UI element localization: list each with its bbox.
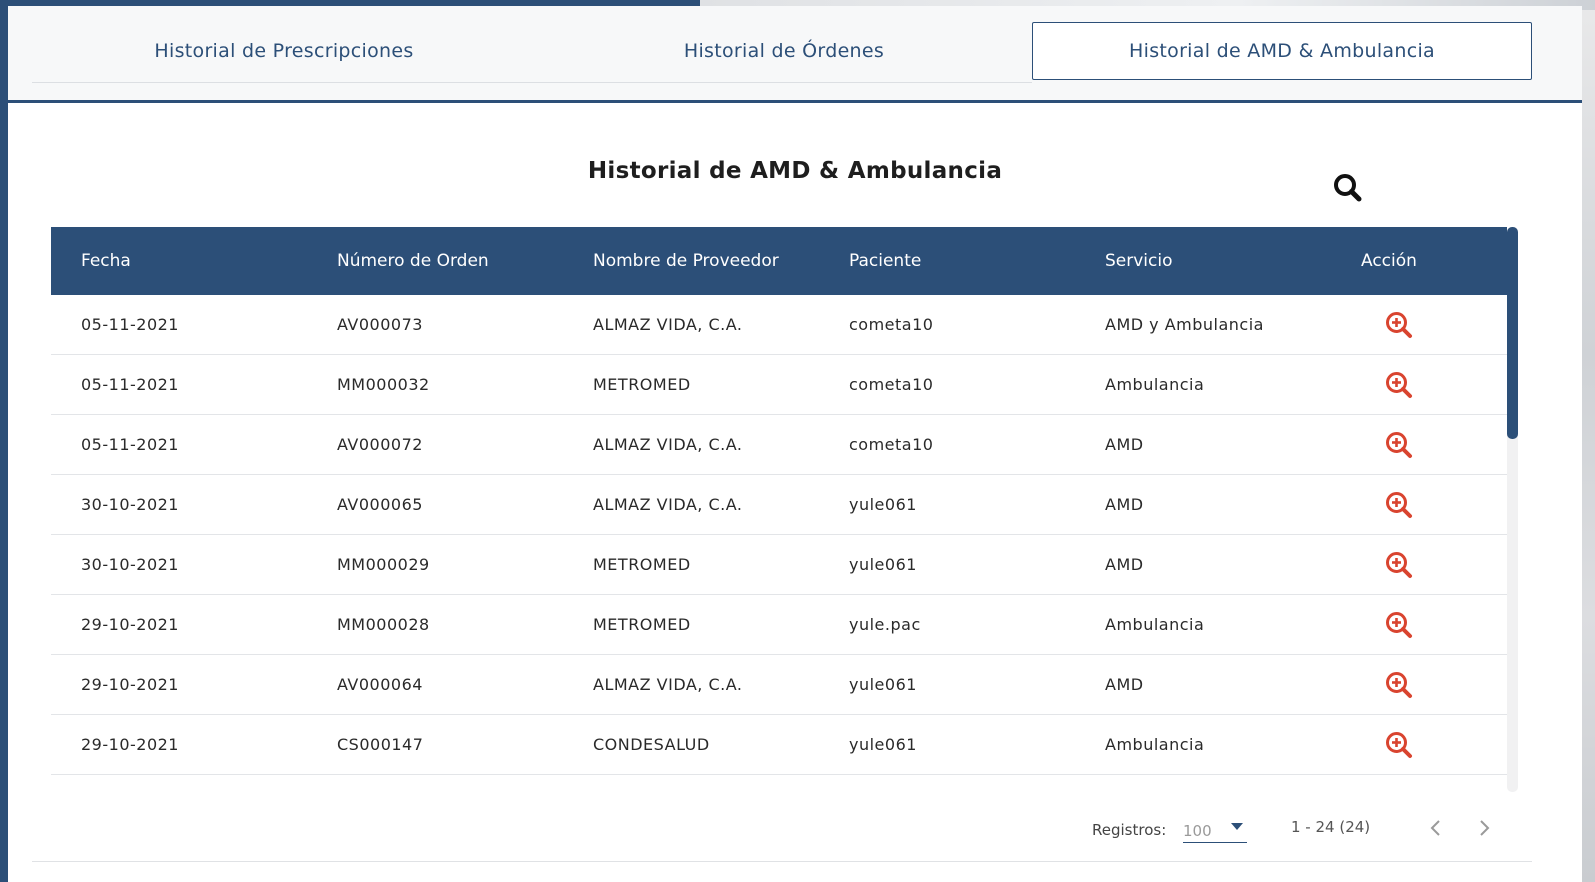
records-per-page-select[interactable]: 100 xyxy=(1183,818,1247,843)
tab-baseline xyxy=(32,82,1032,83)
table-header: Fecha Número de Orden Nombre de Proveedo… xyxy=(51,227,1507,295)
search-button[interactable] xyxy=(1330,170,1366,206)
zoom-in-icon xyxy=(1386,612,1412,638)
tab-amd-ambulance-history[interactable]: Historial de AMD & Ambulancia xyxy=(1032,22,1532,80)
zoom-in-icon xyxy=(1386,552,1412,578)
cell-proveedor: METROMED xyxy=(593,375,691,394)
header-fecha[interactable]: Fecha xyxy=(81,227,131,295)
tab-orders-history[interactable]: Historial de Órdenes xyxy=(536,22,1032,80)
cell-fecha: 29-10-2021 xyxy=(81,675,179,694)
cell-fecha: 05-11-2021 xyxy=(81,375,179,394)
cell-paciente: yule061 xyxy=(849,735,917,754)
caret-down-icon xyxy=(1231,823,1243,830)
header-proveedor[interactable]: Nombre de Proveedor xyxy=(593,227,779,295)
cell-fecha: 29-10-2021 xyxy=(81,735,179,754)
cell-servicio: AMD xyxy=(1105,495,1144,514)
cell-servicio: AMD y Ambulancia xyxy=(1105,315,1264,334)
cell-proveedor: ALMAZ VIDA, C.A. xyxy=(593,435,743,454)
view-detail-button[interactable] xyxy=(1384,370,1414,400)
cell-proveedor: ALMAZ VIDA, C.A. xyxy=(593,675,743,694)
table-scrollbar[interactable] xyxy=(1507,227,1518,792)
records-label: Registros: xyxy=(1092,821,1167,839)
header-paciente[interactable]: Paciente xyxy=(849,227,921,295)
pagination-range: 1 - 24 (24) xyxy=(1291,818,1371,836)
cell-servicio: Ambulancia xyxy=(1105,735,1205,754)
cell-fecha: 05-11-2021 xyxy=(81,435,179,454)
cell-fecha: 05-11-2021 xyxy=(81,315,179,334)
cell-servicio: AMD xyxy=(1105,555,1144,574)
cell-paciente: yule061 xyxy=(849,555,917,574)
view-detail-button[interactable] xyxy=(1384,670,1414,700)
cell-fecha: 30-10-2021 xyxy=(81,495,179,514)
tab-bar: Historial de Prescripciones Historial de… xyxy=(8,6,1582,103)
cell-fecha: 29-10-2021 xyxy=(81,615,179,634)
cell-paciente: cometa10 xyxy=(849,435,934,454)
cell-proveedor: ALMAZ VIDA, C.A. xyxy=(593,315,743,334)
cell-fecha: 30-10-2021 xyxy=(81,555,179,574)
search-icon xyxy=(1334,174,1362,202)
cell-numero-orden: MM000029 xyxy=(337,555,430,574)
cell-numero-orden: AV000064 xyxy=(337,675,423,694)
chevron-right-icon xyxy=(1480,820,1490,836)
zoom-in-icon xyxy=(1386,492,1412,518)
cell-numero-orden: MM000028 xyxy=(337,615,430,634)
cell-numero-orden: AV000065 xyxy=(337,495,423,514)
cell-servicio: Ambulancia xyxy=(1105,615,1205,634)
view-detail-button[interactable] xyxy=(1384,490,1414,520)
header-servicio[interactable]: Servicio xyxy=(1105,227,1173,295)
zoom-in-icon xyxy=(1386,672,1412,698)
view-detail-button[interactable] xyxy=(1384,610,1414,640)
table-row: 30-10-2021 AV000065 ALMAZ VIDA, C.A. yul… xyxy=(51,475,1507,535)
cell-paciente: cometa10 xyxy=(849,315,934,334)
scrollbar-thumb[interactable] xyxy=(1507,227,1518,439)
cell-numero-orden: AV000073 xyxy=(337,315,423,334)
zoom-in-icon xyxy=(1386,372,1412,398)
header-numero-orden[interactable]: Número de Orden xyxy=(337,227,489,295)
table-row: 05-11-2021 AV000072 ALMAZ VIDA, C.A. com… xyxy=(51,415,1507,475)
header-accion: Acción xyxy=(1361,251,1417,271)
view-detail-button[interactable] xyxy=(1384,310,1414,340)
zoom-in-icon xyxy=(1386,312,1412,338)
table-row: 05-11-2021 MM000032 METROMED cometa10 Am… xyxy=(51,355,1507,415)
view-detail-button[interactable] xyxy=(1384,430,1414,460)
cell-paciente: yule061 xyxy=(849,495,917,514)
cell-paciente: cometa10 xyxy=(849,375,934,394)
previous-page-button[interactable] xyxy=(1424,816,1448,840)
cell-numero-orden: MM000032 xyxy=(337,375,430,394)
history-panel: Historial de Prescripciones Historial de… xyxy=(8,6,1582,882)
cell-numero-orden: AV000072 xyxy=(337,435,423,454)
table-row: 29-10-2021 MM000028 METROMED yule.pac Am… xyxy=(51,595,1507,655)
table-row: 30-10-2021 MM000029 METROMED yule061 AMD xyxy=(51,535,1507,595)
orders-table: Fecha Número de Orden Nombre de Proveedo… xyxy=(51,227,1507,787)
records-per-page-value: 100 xyxy=(1183,822,1212,840)
cell-proveedor: METROMED xyxy=(593,615,691,634)
zoom-in-icon xyxy=(1386,732,1412,758)
table-row: 05-11-2021 AV000073 ALMAZ VIDA, C.A. com… xyxy=(51,295,1507,355)
footer-divider xyxy=(32,861,1532,862)
table-row: 29-10-2021 AV000064 ALMAZ VIDA, C.A. yul… xyxy=(51,655,1507,715)
view-detail-button[interactable] xyxy=(1384,730,1414,760)
next-page-button[interactable] xyxy=(1472,816,1496,840)
cell-proveedor: ALMAZ VIDA, C.A. xyxy=(593,495,743,514)
cell-numero-orden: CS000147 xyxy=(337,735,424,754)
cell-proveedor: CONDESALUD xyxy=(593,735,710,754)
cell-paciente: yule.pac xyxy=(849,615,921,634)
cell-servicio: Ambulancia xyxy=(1105,375,1205,394)
table-row: 29-10-2021 CS000147 CONDESALUD yule061 A… xyxy=(51,715,1507,775)
cell-servicio: AMD xyxy=(1105,675,1144,694)
cell-paciente: yule061 xyxy=(849,675,917,694)
cell-servicio: AMD xyxy=(1105,435,1144,454)
view-detail-button[interactable] xyxy=(1384,550,1414,580)
cell-proveedor: METROMED xyxy=(593,555,691,574)
zoom-in-icon xyxy=(1386,432,1412,458)
tab-prescriptions-history[interactable]: Historial de Prescripciones xyxy=(32,22,536,80)
chevron-left-icon xyxy=(1430,820,1440,836)
